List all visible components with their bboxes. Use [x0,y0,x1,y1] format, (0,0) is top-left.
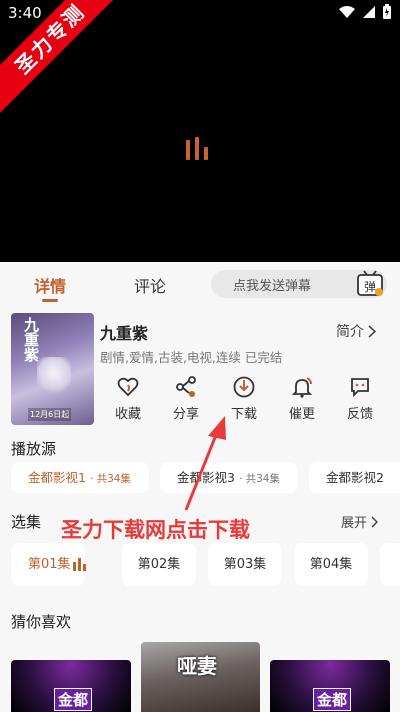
app-screen: 3:40 圣力专测 详情 评论 点我发送弹幕 弹 九重紫 12月6日起 九重紫 … [0,0,400,712]
annotation-arrow [184,416,226,511]
annotation-text: 圣力下载网点击下载 [61,518,250,542]
